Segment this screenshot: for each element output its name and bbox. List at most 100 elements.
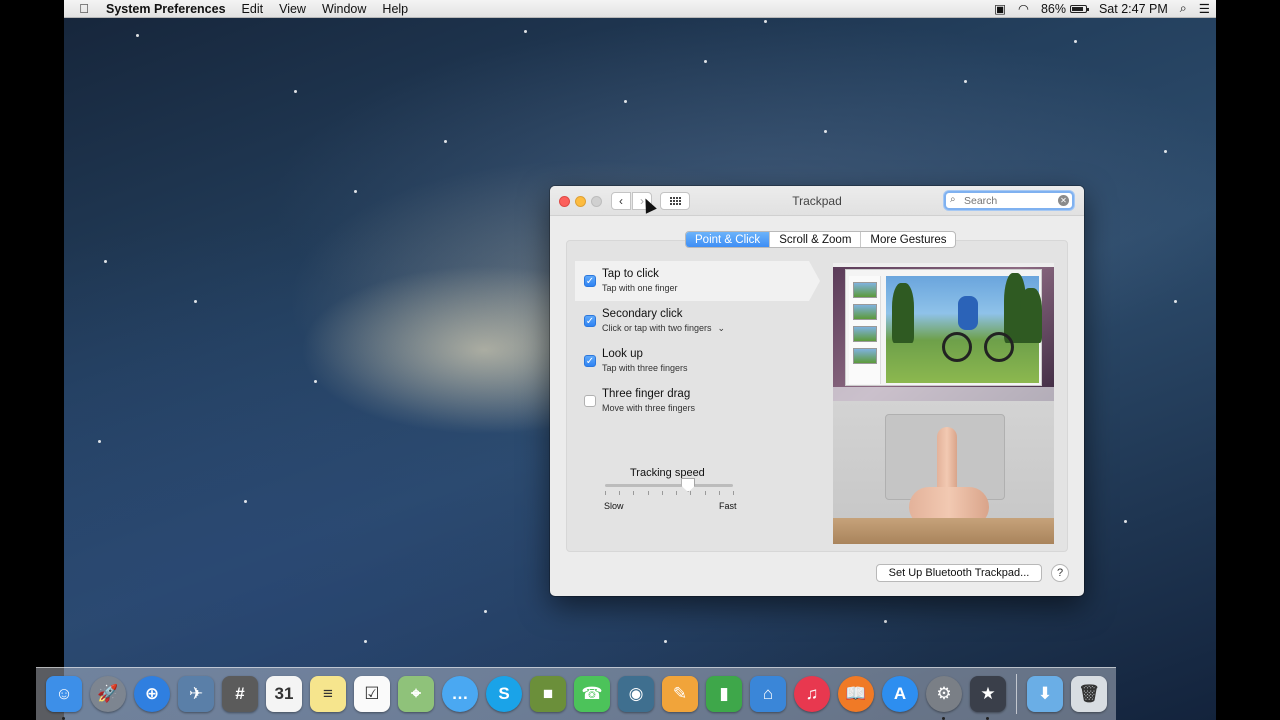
- help-button[interactable]: ?: [1051, 564, 1069, 582]
- pages-icon[interactable]: ✎: [662, 676, 698, 712]
- star: [964, 80, 967, 83]
- option-subtitle-row[interactable]: Click or tap with two fingers ⌄: [602, 323, 725, 334]
- slider-tick: [661, 491, 663, 495]
- photo-booth-icon[interactable]: ◉: [618, 676, 654, 712]
- option-title: Look up: [602, 348, 643, 360]
- search-icon: ⌕: [950, 194, 956, 205]
- star: [1124, 520, 1127, 523]
- messages-icon[interactable]: …: [442, 676, 478, 712]
- option-subtitle: Tap with three fingers: [602, 363, 688, 373]
- itunes-icon[interactable]: ♫: [794, 676, 830, 712]
- calendar-icon[interactable]: 31: [266, 676, 302, 712]
- menu-help[interactable]: Help: [374, 2, 416, 16]
- star: [104, 260, 107, 263]
- tab-scroll-and-zoom[interactable]: Scroll & Zoom: [770, 232, 862, 247]
- star: [884, 620, 887, 623]
- safari-icon[interactable]: ⊕: [134, 676, 170, 712]
- option-look-up[interactable]: ✓ Look up Tap with three fingers: [575, 341, 820, 381]
- star: [824, 130, 827, 133]
- chevron-down-icon[interactable]: ⌄: [718, 323, 726, 333]
- downloads-folder-icon[interactable]: ⬇: [1027, 676, 1063, 712]
- slider-max-label: Fast: [719, 501, 737, 511]
- search-input[interactable]: [964, 194, 1056, 208]
- option-title: Secondary click: [602, 308, 683, 320]
- numbers-icon[interactable]: ▮: [706, 676, 742, 712]
- option-title: Three finger drag: [602, 388, 691, 400]
- star: [1074, 40, 1077, 43]
- tracking-speed-slider-thumb[interactable]: [681, 478, 696, 492]
- imovie-icon[interactable]: ★: [970, 676, 1006, 720]
- option-three-finger-drag[interactable]: Three finger drag Move with three finger…: [575, 381, 820, 421]
- preview-dock: [833, 387, 1054, 401]
- dock-separator: [1016, 674, 1017, 714]
- ibooks-icon[interactable]: 📖: [838, 676, 874, 712]
- option-tap-to-click[interactable]: ✓ Tap to click Tap with one finger: [575, 261, 820, 301]
- apple-menu-icon[interactable]: : [64, 1, 104, 16]
- preview-icon[interactable]: ✈: [178, 676, 214, 712]
- slider-tick: [633, 491, 635, 495]
- setup-bluetooth-trackpad-button[interactable]: Set Up Bluetooth Trackpad...: [876, 564, 1042, 582]
- wifi-icon[interactable]: ◠: [1012, 1, 1035, 16]
- star: [484, 610, 487, 613]
- reminders-icon[interactable]: ☑: [354, 676, 390, 712]
- desktop:  System Preferences Edit View Window He…: [64, 0, 1216, 720]
- keynote-icon[interactable]: ⌂: [750, 676, 786, 712]
- option-secondary-click[interactable]: ✓ Secondary click Click or tap with two …: [575, 301, 820, 341]
- look-up-checkbox[interactable]: ✓: [584, 355, 596, 367]
- notification-center-icon[interactable]: ☰: [1193, 1, 1216, 16]
- star: [364, 640, 367, 643]
- calculator-icon[interactable]: #: [222, 676, 258, 712]
- battery-level: [1071, 6, 1084, 11]
- battery-status[interactable]: 86%: [1035, 2, 1093, 16]
- preview-photos-window: [845, 269, 1042, 386]
- trackpad-preferences-window: ‹ › Trackpad ⌕ ✕ Point & Click Scroll & …: [550, 186, 1084, 596]
- tab-bar: Point & Click Scroll & Zoom More Gesture…: [685, 231, 957, 248]
- slider-tick: [690, 491, 692, 495]
- dock: ☺ 🚀 ⊕ ✈ #31 ≡ ☑ ⌖… S ■ ☎ ◉ ✎ ▮ ⌂ ♫ 📖 A ⚙ ★ ⬇ 🗑: [36, 667, 1116, 720]
- spotlight-icon[interactable]: ⌕: [1174, 1, 1193, 16]
- app-store-icon[interactable]: A: [882, 676, 918, 712]
- option-title: Tap to click: [602, 268, 659, 280]
- screen-record-icon[interactable]: ▣: [988, 1, 1012, 16]
- search-field[interactable]: ⌕ ✕: [944, 191, 1074, 210]
- menu-view[interactable]: View: [271, 2, 314, 16]
- star: [444, 140, 447, 143]
- clear-search-icon[interactable]: ✕: [1058, 195, 1069, 206]
- star: [1164, 150, 1167, 153]
- facetime-icon[interactable]: ☎: [574, 676, 610, 712]
- star: [764, 20, 767, 23]
- star: [704, 60, 707, 63]
- notes-icon[interactable]: ≡: [310, 676, 346, 712]
- star: [624, 100, 627, 103]
- trash-icon[interactable]: 🗑: [1071, 676, 1107, 712]
- title-bar: ‹ › Trackpad ⌕ ✕: [550, 186, 1084, 216]
- slider-tick: [647, 491, 649, 495]
- system-preferences-icon[interactable]: ⚙: [926, 676, 962, 720]
- tab-point-and-click[interactable]: Point & Click: [686, 232, 771, 247]
- tap-to-click-checkbox[interactable]: ✓: [584, 275, 596, 287]
- menu-clock[interactable]: Sat 2:47 PM: [1093, 2, 1174, 16]
- menu-app-name[interactable]: System Preferences: [104, 2, 234, 16]
- minecraft-icon[interactable]: ■: [530, 676, 566, 712]
- three-finger-drag-checkbox[interactable]: [584, 395, 596, 407]
- option-subtitle: Tap with one finger: [602, 283, 678, 293]
- star: [354, 190, 357, 193]
- tab-more-gestures[interactable]: More Gestures: [861, 232, 955, 247]
- menu-window[interactable]: Window: [314, 2, 374, 16]
- settings-panel: ✓ Tap to click Tap with one finger ✓ Sec…: [566, 240, 1068, 552]
- tracking-speed-slider-track[interactable]: [605, 484, 733, 487]
- star: [194, 300, 197, 303]
- preview-mac-screen: [833, 263, 1054, 401]
- skype-icon[interactable]: S: [486, 676, 522, 712]
- secondary-click-checkbox[interactable]: ✓: [584, 315, 596, 327]
- star: [136, 34, 139, 37]
- slider-tick: [605, 491, 606, 495]
- slider-tick: [718, 491, 720, 495]
- finder-icon[interactable]: ☺: [46, 676, 82, 720]
- preview-bike-photo: [886, 273, 1042, 383]
- slider-tick: [704, 491, 706, 495]
- star: [524, 30, 527, 33]
- menu-edit[interactable]: Edit: [234, 2, 272, 16]
- launchpad-icon[interactable]: 🚀: [90, 676, 126, 712]
- maps-icon[interactable]: ⌖: [398, 676, 434, 712]
